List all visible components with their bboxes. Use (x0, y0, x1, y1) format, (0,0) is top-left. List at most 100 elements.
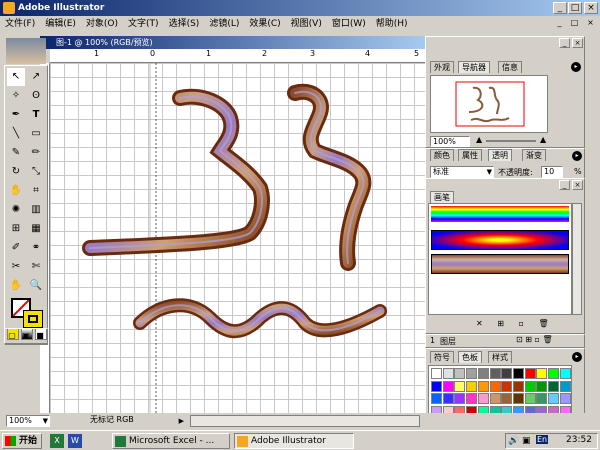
horizontal-scrollbar[interactable] (190, 415, 420, 427)
stroke-color-swatch[interactable] (23, 310, 43, 328)
color-swatch[interactable] (477, 380, 489, 392)
color-swatch[interactable] (524, 380, 536, 392)
color-swatch[interactable] (431, 393, 442, 404)
full-screen-menu-mode-button[interactable]: ▣ (20, 330, 32, 342)
zoom-tool[interactable]: 🔍 (27, 277, 45, 295)
color-swatch[interactable] (489, 393, 501, 404)
color-swatch[interactable] (442, 393, 454, 404)
color-swatch[interactable] (548, 368, 559, 379)
menu-close-button[interactable]: × (584, 18, 597, 30)
color-swatch[interactable] (442, 368, 454, 379)
direct-selection-tool[interactable]: ↗ (27, 68, 45, 86)
swatches-menu-arrow[interactable]: ▸ (572, 352, 582, 362)
slice-tool[interactable]: ✂ (7, 258, 25, 276)
full-screen-mode-button[interactable]: ■ (34, 330, 46, 342)
mesh-tool[interactable]: ⊞ (7, 220, 25, 238)
color-swatch[interactable] (536, 393, 548, 404)
color-swatch[interactable] (559, 393, 571, 404)
new-brush-button[interactable]: ▫ (519, 319, 524, 328)
taskbar-excel-button[interactable]: Microsoft Excel - ... (112, 433, 230, 449)
pencil-tool[interactable]: ✏ (27, 144, 45, 162)
tube-brush[interactable] (431, 254, 569, 274)
delete-brush-button[interactable]: 🗑 (538, 319, 548, 328)
color-swatch[interactable] (454, 368, 466, 379)
menu-minimize-button[interactable]: _ (553, 18, 566, 30)
excel-quicklaunch-icon[interactable]: X (50, 434, 64, 448)
symbol-sprayer-tool[interactable]: ✺ (7, 201, 25, 219)
color-swatch[interactable] (524, 368, 536, 379)
line-tool[interactable]: ╲ (7, 125, 25, 143)
navigator-menu-arrow[interactable]: ▸ (571, 62, 581, 72)
menu-filter[interactable]: 滤镜(L) (204, 16, 244, 33)
menu-object[interactable]: 对象(O) (81, 16, 123, 33)
blend-mode-select[interactable]: 标准 ▼ (430, 166, 494, 178)
tab-swatches[interactable]: 色板 (458, 351, 482, 363)
status-info-select[interactable]: 无标记 RGB ▶ (52, 415, 186, 427)
rotate-tool[interactable]: ↻ (7, 163, 25, 181)
network-icon[interactable]: ▣ (522, 436, 531, 446)
zoom-out-icon[interactable]: ▲ (476, 135, 482, 144)
tab-transparency[interactable]: 透明 (488, 149, 512, 161)
paintbrush-tool[interactable]: ✎ (7, 144, 25, 162)
brushes-panel-minimize-button[interactable]: _ (559, 180, 570, 190)
navigator-panel-close-button[interactable]: × (572, 38, 583, 48)
lasso-tool[interactable]: ʘ (27, 87, 45, 105)
tab-color[interactable]: 颜色 (430, 149, 454, 161)
standard-screen-mode-button[interactable]: ▢ (6, 330, 18, 342)
color-swatch[interactable] (524, 393, 536, 404)
color-swatch[interactable] (559, 380, 571, 392)
word-quicklaunch-icon[interactable]: W (68, 434, 82, 448)
graph-tool[interactable]: ▥ (27, 201, 45, 219)
menu-select[interactable]: 选择(S) (164, 16, 205, 33)
color-swatch[interactable] (477, 368, 489, 379)
menu-effect[interactable]: 效果(C) (244, 16, 285, 33)
color-swatch[interactable] (442, 380, 454, 392)
opacity-input[interactable]: 10 (541, 166, 563, 178)
color-swatch[interactable] (466, 380, 478, 392)
color-swatch[interactable] (536, 380, 548, 392)
color-swatch[interactable] (466, 368, 478, 379)
color-swatch[interactable] (489, 380, 501, 392)
zoom-level-input[interactable]: 100% ▼ (6, 415, 50, 427)
color-swatch[interactable] (466, 393, 478, 404)
tab-symbols[interactable]: 符号 (430, 351, 454, 363)
color-swatch[interactable] (501, 368, 513, 379)
remove-stroke-button[interactable]: ✕ (476, 319, 483, 328)
menu-view[interactable]: 视图(V) (286, 16, 327, 33)
tab-gradient[interactable]: 渐变 (522, 149, 546, 161)
layers-footer-icons[interactable]: ⊡ ⊞ ▫ 🗑 (516, 335, 553, 344)
type-tool[interactable]: T (27, 106, 45, 124)
brush-stroke-3-second[interactable] (287, 83, 372, 271)
tab-navigator[interactable]: 导航器 (458, 61, 490, 73)
close-button[interactable]: × (584, 2, 598, 14)
color-swatch[interactable] (501, 380, 513, 392)
blend-tool[interactable]: ⚭ (27, 239, 45, 257)
volume-icon[interactable]: 🔊 (508, 436, 519, 446)
color-swatch[interactable] (454, 393, 466, 404)
color-swatch[interactable] (454, 380, 466, 392)
color-swatch[interactable] (501, 393, 513, 404)
menu-window[interactable]: 窗口(W) (327, 16, 371, 33)
brush-options-button[interactable]: ⊞ (497, 319, 504, 328)
pen-tool[interactable]: ✒ (7, 106, 25, 124)
transparency-menu-arrow[interactable]: ▸ (572, 151, 582, 161)
tab-brushes[interactable]: 画笔 (430, 191, 454, 203)
navigator-panel-minimize-button[interactable]: _ (559, 38, 570, 48)
color-swatch[interactable] (477, 393, 489, 404)
selection-tool[interactable]: ↖ (7, 68, 25, 86)
taskbar-illustrator-button[interactable]: Adobe Illustrator (234, 433, 354, 449)
gradient-tool[interactable]: ▦ (27, 220, 45, 238)
brush-stroke-wave[interactable] (133, 298, 387, 339)
menu-help[interactable]: 帮助(H) (371, 16, 413, 33)
color-swatch[interactable] (431, 380, 442, 392)
color-swatch[interactable] (431, 368, 442, 379)
brushes-panel-close-button[interactable]: × (572, 180, 583, 190)
minimize-button[interactable]: _ (553, 2, 567, 14)
color-swatch[interactable] (512, 393, 524, 404)
maximize-button[interactable]: □ (568, 2, 582, 14)
rectangle-tool[interactable]: ▭ (27, 125, 45, 143)
brushes-scrollbar[interactable] (572, 203, 582, 315)
color-swatch[interactable] (489, 368, 501, 379)
tab-appearance[interactable]: 外观 (430, 61, 454, 73)
artboard-canvas[interactable] (50, 63, 425, 413)
